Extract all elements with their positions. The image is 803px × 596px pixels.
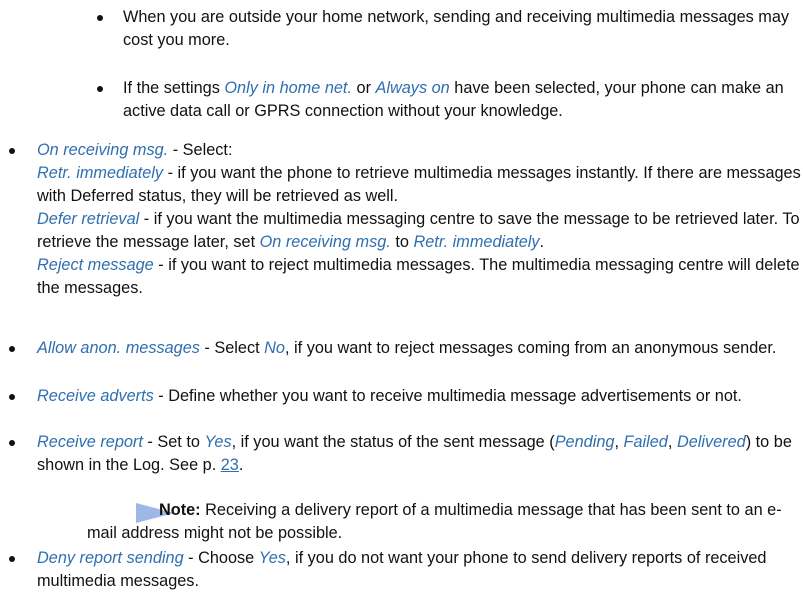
setting-term-receive-adverts: Receive adverts (37, 387, 154, 405)
bullet-dot (97, 86, 103, 92)
bullet-text-part: or (351, 79, 376, 97)
option-always-on: Always on (375, 79, 450, 97)
setting-allow-anon-messages: Allow anon. messages - Select No, if you… (9, 337, 802, 360)
setting-receive-report: Receive report - Set to Yes, if you want… (9, 431, 802, 477)
setting-text-part: - Choose (183, 549, 259, 567)
bullet-dot (97, 15, 103, 21)
setting-term-on-receiving-msg: On receiving msg. (37, 141, 169, 159)
setting-term-receive-report: Receive report (37, 433, 143, 451)
setting-text-end: . (238, 456, 244, 474)
status-pending: Pending (554, 433, 615, 451)
setting-term-allow-anon: Allow anon. messages (37, 339, 200, 357)
sub-bullet-roaming-cost: When you are outside your home network, … (97, 6, 803, 52)
option-description-part: to (390, 233, 414, 251)
setting-text-part: - Select (199, 339, 265, 357)
status-delivered: Delivered (676, 433, 746, 451)
setting-text-part: - Set to (142, 433, 205, 451)
bullet-text-part: If the settings (123, 79, 225, 97)
bullet-text: When you are outside your home network, … (123, 8, 790, 49)
option-yes: Yes (204, 433, 232, 451)
sub-bullet-data-call-warning: If the settings Only in home net. or Alw… (97, 77, 803, 123)
setting-text-part: , if you want to reject messages coming … (284, 339, 777, 357)
note-label: Note: (159, 501, 201, 519)
setting-intro: - Select: (168, 141, 233, 159)
ref-on-receiving-msg: On receiving msg. (259, 233, 391, 251)
status-failed: Failed (623, 433, 668, 451)
setting-receive-adverts: Receive adverts - Define whether you wan… (9, 385, 802, 408)
option-retr-immediately: Retr. immediately (37, 164, 164, 182)
bullet-dot (9, 556, 15, 562)
setting-on-receiving-msg: On receiving msg. - Select: Retr. immedi… (9, 139, 802, 300)
option-only-in-home-net: Only in home net. (224, 79, 352, 97)
option-yes: Yes (258, 549, 286, 567)
option-description-end: . (539, 233, 545, 251)
setting-deny-report-sending: Deny report sending - Choose Yes, if you… (9, 547, 802, 593)
setting-text: - Define whether you want to receive mul… (153, 387, 742, 405)
setting-term-deny-report: Deny report sending (37, 549, 184, 567)
bullet-dot (9, 148, 15, 154)
manual-page: When you are outside your home network, … (0, 0, 803, 596)
setting-text-part: , if you want the status of the sent mes… (231, 433, 555, 451)
separator: , (614, 433, 624, 451)
bullet-dot (9, 440, 15, 446)
option-reject-message: Reject message (37, 256, 154, 274)
ref-retr-immediately: Retr. immediately (413, 233, 540, 251)
bullet-dot (9, 394, 15, 400)
separator: , (667, 433, 677, 451)
option-defer-retrieval: Defer retrieval (37, 210, 140, 228)
note-text: Note: Receiving a delivery report of a m… (87, 499, 797, 545)
option-no: No (264, 339, 285, 357)
bullet-dot (9, 346, 15, 352)
page-reference-link[interactable]: 23 (221, 456, 239, 474)
